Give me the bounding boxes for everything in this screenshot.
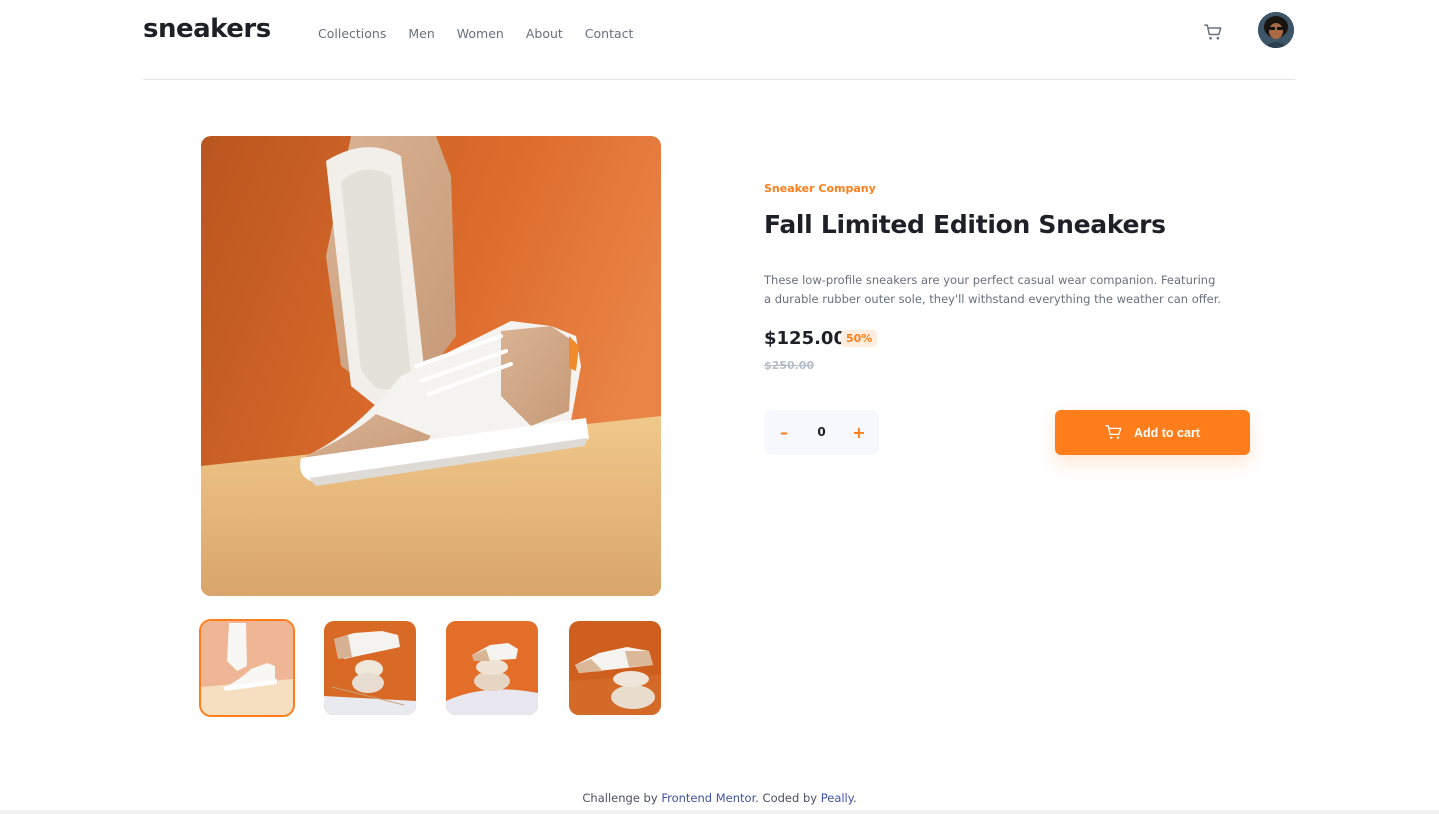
nav-item-contact[interactable]: Contact	[585, 26, 634, 41]
sneaker-photo	[201, 136, 661, 596]
author-link[interactable]: Peally	[821, 791, 853, 805]
nav-item-about[interactable]: About	[526, 26, 563, 41]
bottom-scroll-edge	[0, 810, 1439, 814]
user-avatar[interactable]	[1258, 12, 1294, 48]
product-page: sneakers Collections Men Women About Con…	[0, 0, 1439, 814]
site-header: sneakers Collections Men Women About Con…	[143, 0, 1295, 80]
thumbnail-2-image	[324, 621, 416, 715]
avatar-image	[1258, 12, 1294, 48]
brand-logo[interactable]: sneakers	[143, 14, 271, 44]
current-price: $125.00	[764, 328, 846, 349]
increase-quantity-button[interactable]: +	[839, 410, 879, 455]
thumbnail-4[interactable]	[569, 621, 661, 715]
nav-item-collections[interactable]: Collections	[318, 26, 386, 41]
company-label: Sneaker Company	[764, 182, 876, 195]
main-product-image[interactable]	[201, 136, 661, 596]
footer-prefix: Challenge by	[582, 791, 662, 805]
cart-icon[interactable]	[1204, 24, 1224, 44]
add-to-cart-label: Add to cart	[1134, 425, 1200, 440]
thumbnail-3-image	[446, 621, 538, 715]
thumbnail-4-image	[569, 621, 661, 715]
product-title: Fall Limited Edition Sneakers	[764, 210, 1166, 239]
main-nav: Collections Men Women About Contact	[318, 26, 655, 41]
frontend-mentor-link[interactable]: Frontend Mentor	[661, 791, 755, 805]
thumbnail-2[interactable]	[324, 621, 416, 715]
add-to-cart-button[interactable]: Add to cart	[1055, 410, 1250, 455]
thumbnail-3[interactable]	[446, 621, 538, 715]
quantity-value: 0	[817, 425, 826, 439]
footer-suffix: .	[852, 791, 857, 805]
product-description: These low-profile sneakers are your perf…	[764, 273, 1222, 306]
thumbnail-1-image	[201, 621, 293, 715]
nav-item-women[interactable]: Women	[457, 26, 504, 41]
cart-icon	[1105, 425, 1122, 439]
nav-item-men[interactable]: Men	[408, 26, 434, 41]
discount-badge: 50%	[841, 330, 878, 347]
quantity-stepper: – 0 +	[764, 410, 879, 455]
original-price: $250.00	[764, 359, 815, 372]
attribution-footer: Challenge by Frontend Mentor. Coded by P…	[0, 791, 1439, 805]
decrease-quantity-button[interactable]: –	[764, 410, 804, 455]
cart-icon-graphic	[1204, 24, 1222, 40]
footer-middle: . Coded by	[755, 791, 821, 805]
thumbnail-1[interactable]	[199, 619, 295, 717]
